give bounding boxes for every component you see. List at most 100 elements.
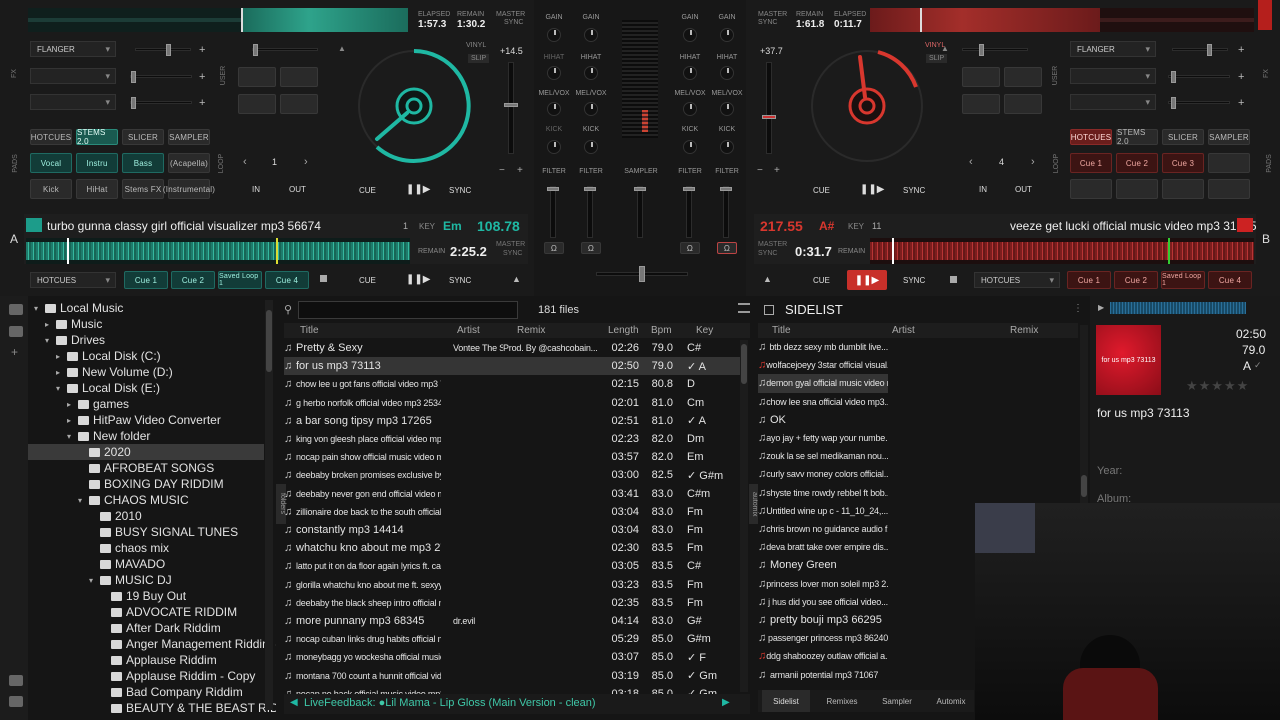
col-title[interactable]: Title	[300, 325, 319, 336]
table-row[interactable]: ♫deebaby broken promises exclusive by ha…	[284, 466, 740, 484]
folder-tree-item[interactable]: ▸ Music	[28, 316, 102, 332]
right-play-pause-icon[interactable]: ❚❚▶	[860, 184, 884, 195]
folder-tree-item[interactable]: ▸ New Volume (D:)	[28, 364, 173, 380]
right-cue-pad-2[interactable]: Cue 2	[1116, 153, 1158, 173]
sidelist-tab-sidelist[interactable]: Sidelist	[762, 690, 810, 712]
sidelist-scrollbar[interactable]	[1080, 325, 1088, 505]
mixer-fader-3[interactable]	[683, 186, 695, 238]
right-cue-pad-5[interactable]	[1070, 179, 1112, 199]
right-stop-icon[interactable]	[950, 276, 957, 283]
list-item[interactable]: ♫ btb dezz sexy mb dumblit live...	[758, 338, 888, 356]
right-master-sync[interactable]: SYNC	[758, 250, 777, 257]
mixer-fader-2[interactable]	[584, 186, 596, 238]
list-item[interactable]: ♫ demon gyal official music video mp	[758, 374, 888, 393]
left-loop-prev[interactable]: ‹	[243, 156, 247, 168]
right-top-sync-label[interactable]: SYNC	[758, 19, 777, 26]
mixer-gain-knob-4[interactable]	[720, 28, 734, 42]
right-loop-in-button[interactable]: IN	[979, 185, 987, 194]
folder-tree-item[interactable]: ▸ Local Disk (C:)	[28, 348, 161, 364]
left-pad-mode-select[interactable]: HOTCUES	[30, 272, 116, 288]
left-fx-slider-2[interactable]	[130, 71, 192, 83]
table-row[interactable]: ♫ zillionaire doe back to the south offic…	[284, 503, 740, 521]
left-play-pause-icon[interactable]: ❚❚▶	[406, 184, 430, 195]
col-artist[interactable]: Artist	[457, 325, 480, 336]
left-fx-plus-3[interactable]: +	[199, 97, 205, 109]
browser-add-icon[interactable]: +	[11, 345, 18, 359]
mixer-melvox-knob-4[interactable]	[720, 102, 734, 116]
mixer-gain-knob-3[interactable]	[683, 28, 697, 42]
left-pad-tab-stems[interactable]: STEMS 2.0	[76, 128, 118, 146]
left-fx-select[interactable]: FLANGER	[30, 41, 116, 57]
expand-toggle-icon[interactable]: ▸	[56, 352, 64, 361]
left-fx-plus-2[interactable]: +	[199, 71, 205, 83]
right-fx-slider-3[interactable]	[1168, 97, 1230, 109]
right-user-slot-4[interactable]	[1004, 94, 1042, 114]
headphone-icon-3[interactable]: Ω	[680, 242, 700, 254]
left-vinyl-button[interactable]: VINYL	[466, 42, 486, 49]
right-pad-tab-slicer[interactable]: SLICER	[1162, 129, 1204, 145]
folder-tree-item[interactable]: Bad Company Riddim	[28, 684, 243, 700]
list-item[interactable]: ♫ shyste time rowdy rebbel ft bob...	[758, 484, 888, 502]
mixer-kick-knob-1[interactable]	[547, 140, 561, 154]
right-bottom-cue-1[interactable]: Cue 1	[1067, 271, 1111, 289]
search-input[interactable]	[298, 301, 518, 319]
table-row[interactable]: ♫whatchu kno about me mp3 27934 02:30 83.5…	[284, 539, 740, 557]
headphone-icon-2[interactable]: Ω	[581, 242, 601, 254]
right-fx-select-3[interactable]	[1070, 94, 1156, 110]
crossfader[interactable]	[596, 266, 688, 282]
right-jog-wheel[interactable]	[808, 47, 926, 165]
list-item[interactable]: ♫ armanii potential mp3 71067	[758, 666, 888, 684]
right-pitch-slider-small[interactable]	[962, 44, 1028, 56]
left-play-pause-icon-2[interactable]: ❚❚▶	[406, 274, 430, 285]
sidelist-tab-automix[interactable]: Automix	[928, 690, 974, 712]
right-cue-pad-1[interactable]: Cue 1	[1070, 153, 1112, 173]
left-user-slot-2[interactable]	[280, 67, 318, 87]
left-cue-button[interactable]: CUE	[359, 186, 376, 195]
list-item[interactable]: ♫ princess lover mon soleil mp3 2...	[758, 575, 888, 593]
right-pitch-plus[interactable]: +	[774, 165, 780, 176]
left-master-sync-sync[interactable]: SYNC	[503, 250, 522, 257]
table-row[interactable]: ♫deebaby never gon end official video mp…	[284, 485, 740, 503]
browser-icon-2[interactable]	[9, 326, 23, 337]
expand-toggle-icon[interactable]: ▾	[56, 384, 64, 393]
left-stem-pad-hihat[interactable]: HiHat	[76, 179, 118, 199]
mixer-kick-knob-4[interactable]	[720, 140, 734, 154]
right-cue-pad-4[interactable]	[1208, 153, 1250, 173]
table-row[interactable]: ♫moneybagg yo wockesha official music vi…	[284, 648, 740, 666]
left-pitch-plus[interactable]: +	[517, 165, 523, 176]
info-play-icon[interactable]: ▶	[1098, 303, 1104, 312]
sidelist-tab-sampler[interactable]: Sampler	[873, 690, 921, 712]
left-user-slot-1[interactable]	[238, 67, 276, 87]
right-pitch-minus[interactable]: −	[757, 165, 763, 176]
list-item[interactable]: ♫ pretty bouji mp3 66295	[758, 611, 888, 629]
mixer-hihat-knob-2[interactable]	[584, 66, 598, 80]
expand-toggle-icon[interactable]: ▸	[45, 320, 53, 329]
left-stem-pad-stemsfx[interactable]: Stems FX	[122, 179, 164, 199]
left-stop-icon[interactable]	[320, 275, 327, 282]
left-fx-slider-3[interactable]	[130, 97, 192, 109]
expand-toggle-icon[interactable]: ▾	[78, 496, 86, 505]
left-pad-tab-sampler[interactable]: SAMPLER	[168, 129, 210, 145]
col-bpm[interactable]: Bpm	[651, 325, 672, 336]
live-feedback-text[interactable]: LiveFeedback: ●Lil Mama - Lip Gloss (Mai…	[304, 697, 596, 709]
folder-tree-item[interactable]: ▾ MUSIC DJ	[28, 572, 172, 588]
col-key[interactable]: Key	[696, 325, 713, 336]
headphone-icon-4[interactable]: Ω	[717, 242, 737, 254]
folder-tree-item[interactable]: ▾ New folder	[28, 428, 150, 444]
right-user-slot-1[interactable]	[962, 67, 1000, 87]
file-list-scrollbar[interactable]	[740, 340, 748, 692]
folder-tree-item[interactable]: ADVOCATE RIDDIM	[28, 604, 237, 620]
list-item[interactable]: ♫ zouk la se sel medikaman nou...	[758, 447, 888, 465]
expand-toggle-icon[interactable]: ▾	[34, 304, 42, 313]
folder-tree-item[interactable]: ▸ games	[28, 396, 129, 412]
list-item[interactable]: ♫ OK	[758, 411, 888, 429]
left-slip-button[interactable]: SLIP	[468, 54, 490, 63]
left-fx-select-3[interactable]	[30, 94, 116, 110]
list-item[interactable]: ♫ curly savv money colors official...	[758, 465, 888, 483]
right-up-arrow-icon[interactable]: ▲	[763, 274, 772, 284]
table-row[interactable]: ♫ latto put it on da floor again lyrics f…	[284, 557, 740, 575]
folder-tree-item[interactable]: AFROBEAT SONGS	[28, 460, 214, 476]
right-fx-slider-2[interactable]	[1168, 71, 1230, 83]
mixer-fader-1[interactable]	[547, 186, 559, 238]
left-sync-label[interactable]: SYNC	[504, 19, 523, 26]
